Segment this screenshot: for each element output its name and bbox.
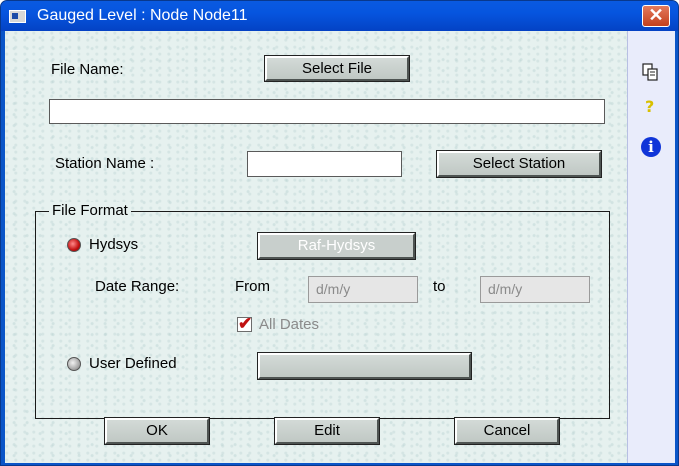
all-dates-label: All Dates <box>259 316 320 333</box>
select-file-button[interactable]: Select File <box>264 55 410 82</box>
to-date-field[interactable]: d/m/y <box>480 276 590 303</box>
file-path-field[interactable] <box>49 99 605 124</box>
raf-hydsys-button[interactable]: Raf-Hydsys <box>257 232 416 260</box>
all-dates-checkbox[interactable]: ✔ <box>237 315 252 332</box>
date-range-label: Date Range: <box>95 278 180 295</box>
cancel-button[interactable]: Cancel <box>454 417 560 445</box>
window-icon <box>9 10 26 23</box>
from-date-field[interactable]: d/m/y <box>308 276 418 303</box>
hydsys-label[interactable]: Hydsys <box>89 236 138 253</box>
station-name-label: Station Name : <box>55 155 155 172</box>
user-defined-radio[interactable] <box>67 357 81 371</box>
ok-button[interactable]: OK <box>104 417 210 445</box>
file-format-legend: File Format <box>49 202 131 219</box>
window-title: Gauged Level : Node Node11 <box>37 7 248 24</box>
user-defined-label[interactable]: User Defined <box>89 355 177 372</box>
close-icon: ✕ <box>648 5 664 25</box>
side-panel: ? i <box>627 31 675 463</box>
info-icon[interactable]: i <box>641 137 661 157</box>
to-label: to <box>433 278 446 295</box>
from-label: From <box>235 278 270 295</box>
hydsys-radio[interactable] <box>67 238 81 252</box>
copy-icon[interactable] <box>642 63 658 81</box>
user-defined-button[interactable] <box>257 352 472 380</box>
station-name-field[interactable] <box>247 151 402 177</box>
title-bar[interactable]: Gauged Level : Node Node11 ✕ <box>1 1 678 31</box>
edit-button[interactable]: Edit <box>274 417 380 445</box>
dialog-body: File Name: Select File Station Name : Se… <box>5 31 675 463</box>
file-name-label: File Name: <box>51 61 124 78</box>
select-station-button[interactable]: Select Station <box>436 150 602 178</box>
close-button[interactable]: ✕ <box>642 5 670 27</box>
help-icon[interactable]: ? <box>645 97 654 116</box>
dialog-window: Gauged Level : Node Node11 ✕ File Name: … <box>0 0 679 466</box>
